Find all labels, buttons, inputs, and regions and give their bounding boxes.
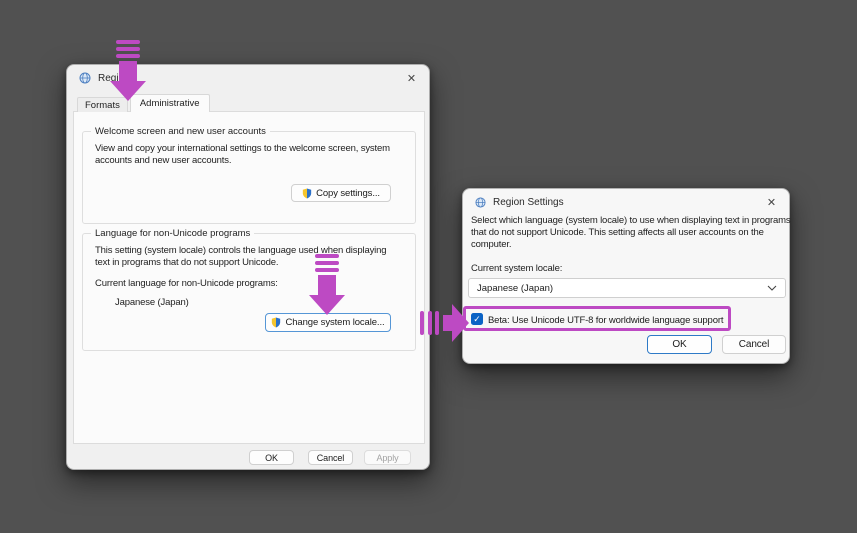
- settings-description-line1: Select which language (system locale) to…: [471, 215, 791, 226]
- globe-icon: [475, 197, 486, 208]
- change-system-locale-button[interactable]: Change system locale...: [265, 313, 391, 332]
- ok-button[interactable]: OK: [647, 335, 712, 354]
- utf8-checkbox-arrow: [420, 303, 469, 343]
- change-locale-button-arrow: [307, 254, 347, 315]
- welcome-group-text-line2: accounts and new user accounts.: [95, 155, 231, 166]
- current-system-locale-label: Current system locale:: [471, 263, 562, 274]
- desktop-background: Region ✕ Formats Administrative Welcome …: [0, 0, 857, 533]
- change-system-locale-button-label: Change system locale...: [285, 317, 384, 328]
- close-icon[interactable]: ✕: [403, 70, 420, 86]
- locale-group-text-line2: text in programs that do not support Uni…: [95, 257, 278, 268]
- cancel-button[interactable]: Cancel: [722, 335, 786, 354]
- shield-icon: [302, 188, 312, 199]
- region-dialog: Region ✕ Formats Administrative Welcome …: [66, 64, 430, 470]
- welcome-screen-group-legend: Welcome screen and new user accounts: [91, 126, 270, 137]
- settings-description-line2: that do not support Unicode. This settin…: [471, 227, 764, 238]
- utf8-checkbox-highlight-box: [463, 306, 731, 331]
- shield-icon: [271, 317, 281, 328]
- close-icon[interactable]: ✕: [763, 194, 780, 210]
- apply-button[interactable]: Apply: [364, 450, 411, 465]
- globe-icon: [79, 72, 91, 84]
- system-locale-select[interactable]: Japanese (Japan): [468, 278, 786, 298]
- system-locale-selected-value: Japanese (Japan): [477, 283, 553, 294]
- settings-description-line3: computer.: [471, 239, 511, 250]
- chevron-down-icon: [767, 285, 777, 291]
- region-settings-title: Region Settings: [493, 197, 564, 208]
- region-settings-titlebar: Region Settings: [463, 189, 789, 215]
- copy-settings-button[interactable]: Copy settings...: [291, 184, 391, 202]
- ok-button[interactable]: OK: [249, 450, 294, 465]
- administrative-tab-arrow: [108, 40, 148, 101]
- non-unicode-group: Language for non-Unicode programs This s…: [82, 233, 416, 351]
- region-settings-dialog: Region Settings ✕ Select which language …: [462, 188, 790, 364]
- current-language-label: Current language for non-Unicode program…: [95, 278, 278, 289]
- copy-settings-button-label: Copy settings...: [316, 188, 380, 199]
- non-unicode-group-legend: Language for non-Unicode programs: [91, 228, 254, 239]
- cancel-button[interactable]: Cancel: [308, 450, 353, 465]
- administrative-tab-page: Welcome screen and new user accounts Vie…: [73, 111, 425, 444]
- current-language-value: Japanese (Japan): [115, 297, 189, 308]
- welcome-group-text-line1: View and copy your international setting…: [95, 143, 390, 154]
- welcome-screen-group: Welcome screen and new user accounts Vie…: [82, 131, 416, 224]
